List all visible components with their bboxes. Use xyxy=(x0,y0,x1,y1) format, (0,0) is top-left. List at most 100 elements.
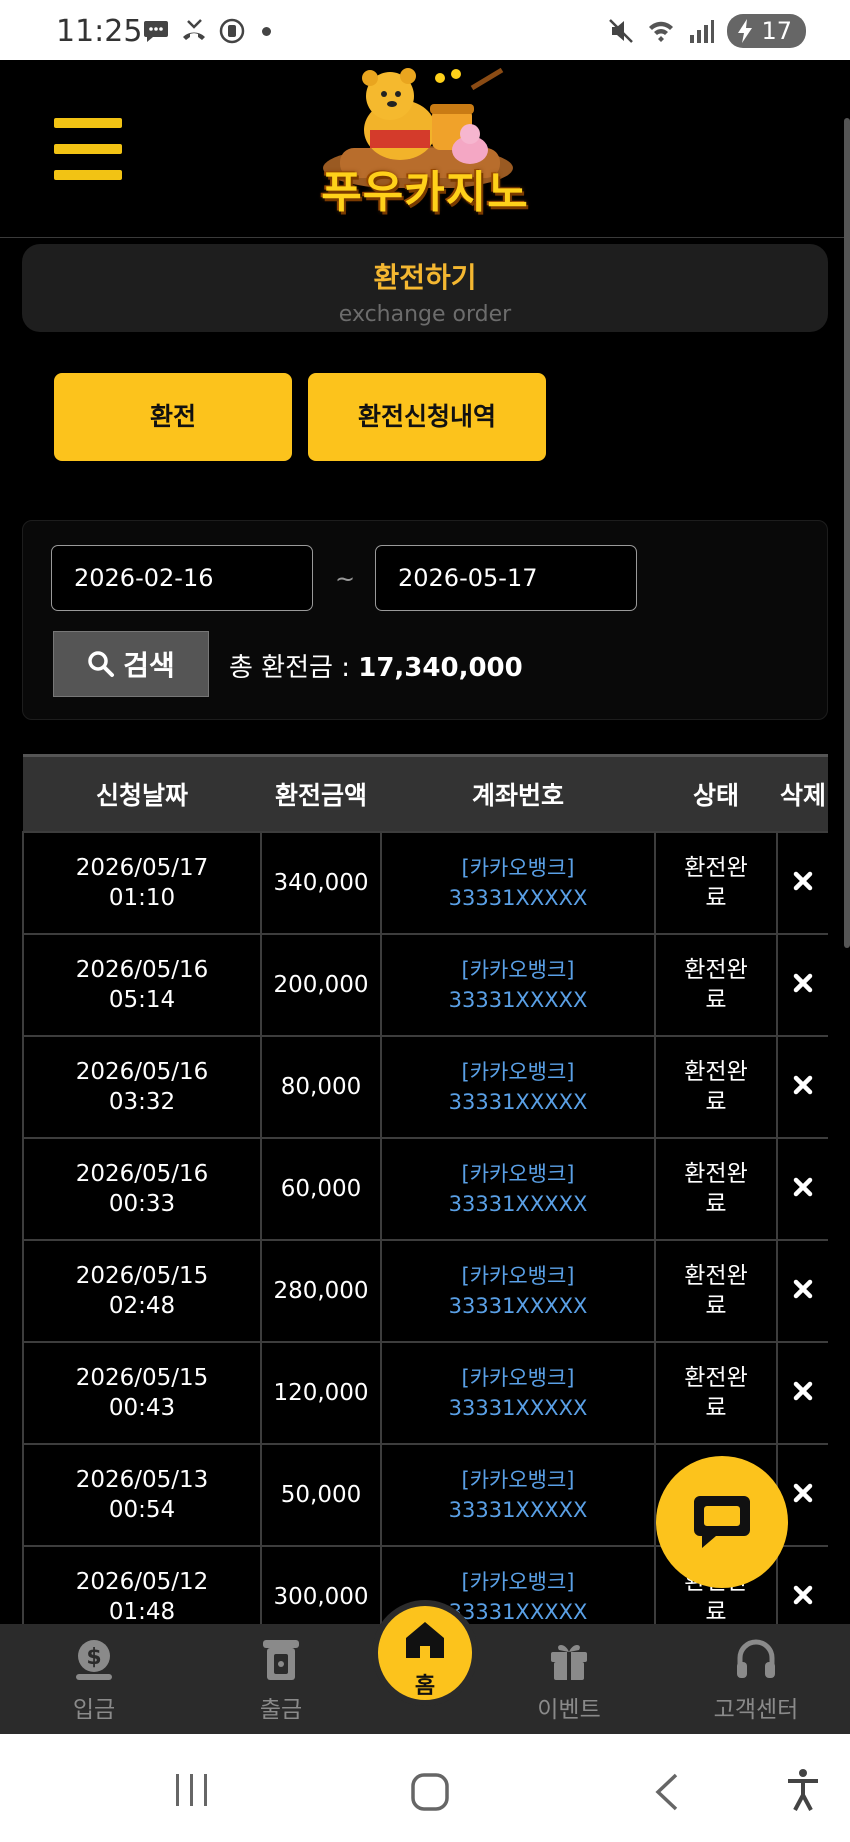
end-date-input[interactable]: 2026-05-17 xyxy=(375,545,637,611)
hamburger-icon[interactable] xyxy=(54,118,122,180)
row-status-line1: 환전완 xyxy=(684,956,748,983)
row-account-number: 33331XXXXX xyxy=(448,1293,588,1318)
logo[interactable]: 푸우카지노 xyxy=(300,67,550,230)
row-bank-name: [카카오뱅크] xyxy=(461,1059,575,1084)
row-bank-name: [카카오뱅크] xyxy=(461,1263,575,1288)
row-status: 환전완료 xyxy=(654,1340,778,1445)
nav-deposit-label: 입금 xyxy=(72,1697,116,1723)
row-account-number: 33331XXXXX xyxy=(448,1599,588,1624)
more-notifications-dot xyxy=(262,26,271,36)
row-delete[interactable] xyxy=(776,1136,828,1241)
nav-event[interactable]: 이벤트 xyxy=(499,1636,639,1724)
notification-icons xyxy=(142,17,271,45)
money-bag-icon: $ xyxy=(76,1640,112,1680)
row-date-time: 03:32 xyxy=(108,1088,176,1115)
row-date-time: 00:33 xyxy=(108,1190,176,1217)
row-status-line2: 료 xyxy=(705,986,727,1013)
row-amount: 340,000 xyxy=(260,830,382,935)
row-account: [카카오뱅크] 33331XXXXX xyxy=(380,830,656,935)
row-bank-name: [카카오뱅크] xyxy=(461,1569,575,1594)
delete-x-icon[interactable] xyxy=(792,1482,814,1504)
row-date: 2026/05/16 05:14 xyxy=(22,932,262,1037)
search-icon xyxy=(88,651,115,677)
search-button[interactable]: 검색 xyxy=(53,631,209,697)
row-status-line1: 환전완 xyxy=(684,1160,748,1187)
row-account: [카카오뱅크] 33331XXXXX xyxy=(380,1340,656,1445)
total-value: 17,340,000 xyxy=(358,653,523,683)
row-amount: 120,000 xyxy=(260,1340,382,1445)
row-account-number: 33331XXXXX xyxy=(448,1395,588,1420)
row-account: [카카오뱅크] 33331XXXXX xyxy=(380,1136,656,1241)
row-status-line1: 환전완 xyxy=(684,1262,748,1289)
nav-support-label: 고객센터 xyxy=(713,1697,799,1723)
atm-icon xyxy=(263,1640,299,1680)
status-bar: 11:25 17 xyxy=(0,0,850,60)
row-account-number: 33331XXXXX xyxy=(448,1191,588,1216)
status-time: 11:25 xyxy=(56,14,143,49)
row-delete[interactable] xyxy=(776,1238,828,1343)
nav-event-label: 이벤트 xyxy=(537,1697,601,1723)
row-delete[interactable] xyxy=(776,830,828,935)
delete-x-icon[interactable] xyxy=(792,870,814,892)
delete-x-icon[interactable] xyxy=(792,1380,814,1402)
row-account: [카카오뱅크] 33331XXXXX xyxy=(380,1034,656,1139)
charging-icon xyxy=(738,19,753,43)
delete-x-icon[interactable] xyxy=(792,1584,814,1606)
nav-withdraw[interactable]: 출금 xyxy=(211,1636,351,1724)
search-button-label: 검색 xyxy=(123,649,175,682)
row-account-number: 33331XXXXX xyxy=(448,1497,588,1522)
table-header-row: 신청날짜 환전금액 계좌번호 상태 삭제 xyxy=(23,754,828,832)
column-header-delete: 삭제 xyxy=(777,754,828,832)
chat-button[interactable] xyxy=(656,1456,788,1588)
back-icon[interactable] xyxy=(652,1772,682,1812)
delete-x-icon[interactable] xyxy=(792,1176,814,1198)
delete-x-icon[interactable] xyxy=(792,972,814,994)
nav-support[interactable]: 고객센터 xyxy=(686,1636,826,1724)
row-status-line2: 료 xyxy=(705,1598,727,1625)
row-delete[interactable] xyxy=(776,1340,828,1445)
row-status: 환전완료 xyxy=(654,1238,778,1343)
scrollbar[interactable] xyxy=(844,118,850,948)
nav-home-label: 홈 xyxy=(414,1674,436,1699)
row-amount: 80,000 xyxy=(260,1034,382,1139)
delete-x-icon[interactable] xyxy=(792,1278,814,1300)
row-amount: 200,000 xyxy=(260,932,382,1037)
row-bank-name: [카카오뱅크] xyxy=(461,855,575,880)
message-icon xyxy=(144,21,168,42)
row-delete[interactable] xyxy=(776,1544,828,1624)
nav-home[interactable]: 홈 xyxy=(372,1600,478,1706)
row-status-line1: 환전완 xyxy=(684,1058,748,1085)
row-date-day: 2026/05/13 xyxy=(75,1466,209,1493)
home-system-icon[interactable] xyxy=(410,1772,450,1812)
headset-icon xyxy=(737,1639,775,1678)
accessibility-icon[interactable] xyxy=(786,1768,820,1812)
row-date: 2026/05/12 01:48 xyxy=(22,1544,262,1624)
app-notification-icon xyxy=(219,18,245,44)
total-label: 총 환전금 : xyxy=(229,653,350,683)
exchange-button[interactable]: 환전 xyxy=(54,373,292,461)
row-status-line1: 환전완 xyxy=(684,1364,748,1391)
page-title: 환전하기 xyxy=(373,261,477,294)
nav-deposit[interactable]: $ 입금 xyxy=(24,1636,164,1724)
row-date: 2026/05/16 03:32 xyxy=(22,1034,262,1139)
row-status: 환전완료 xyxy=(654,1034,778,1139)
nav-withdraw-label: 출금 xyxy=(259,1697,303,1723)
row-date-day: 2026/05/16 xyxy=(75,1160,209,1187)
row-delete[interactable] xyxy=(776,1034,828,1139)
row-account-number: 33331XXXXX xyxy=(448,987,588,1012)
row-date-time: 01:10 xyxy=(108,884,176,911)
row-delete[interactable] xyxy=(776,932,828,1037)
row-amount: 60,000 xyxy=(260,1136,382,1241)
row-date-time: 05:14 xyxy=(108,986,176,1013)
row-account: [카카오뱅크] 33331XXXXX xyxy=(380,1442,656,1547)
row-amount: 300,000 xyxy=(260,1544,382,1624)
recent-apps-icon[interactable] xyxy=(172,1772,212,1808)
delete-x-icon[interactable] xyxy=(792,1074,814,1096)
exchange-history-button[interactable]: 환전신청내역 xyxy=(308,373,546,461)
row-date-time: 00:43 xyxy=(108,1394,176,1421)
battery-indicator: 17 xyxy=(727,14,806,48)
table-row: 2026/05/16 03:32 80,000 [카카오뱅크] 33331XXXXX 환전… xyxy=(22,1034,828,1139)
row-date-day: 2026/05/15 xyxy=(75,1364,209,1391)
start-date-input[interactable]: 2026-02-16 xyxy=(51,545,313,611)
row-status-line2: 료 xyxy=(705,1190,727,1217)
